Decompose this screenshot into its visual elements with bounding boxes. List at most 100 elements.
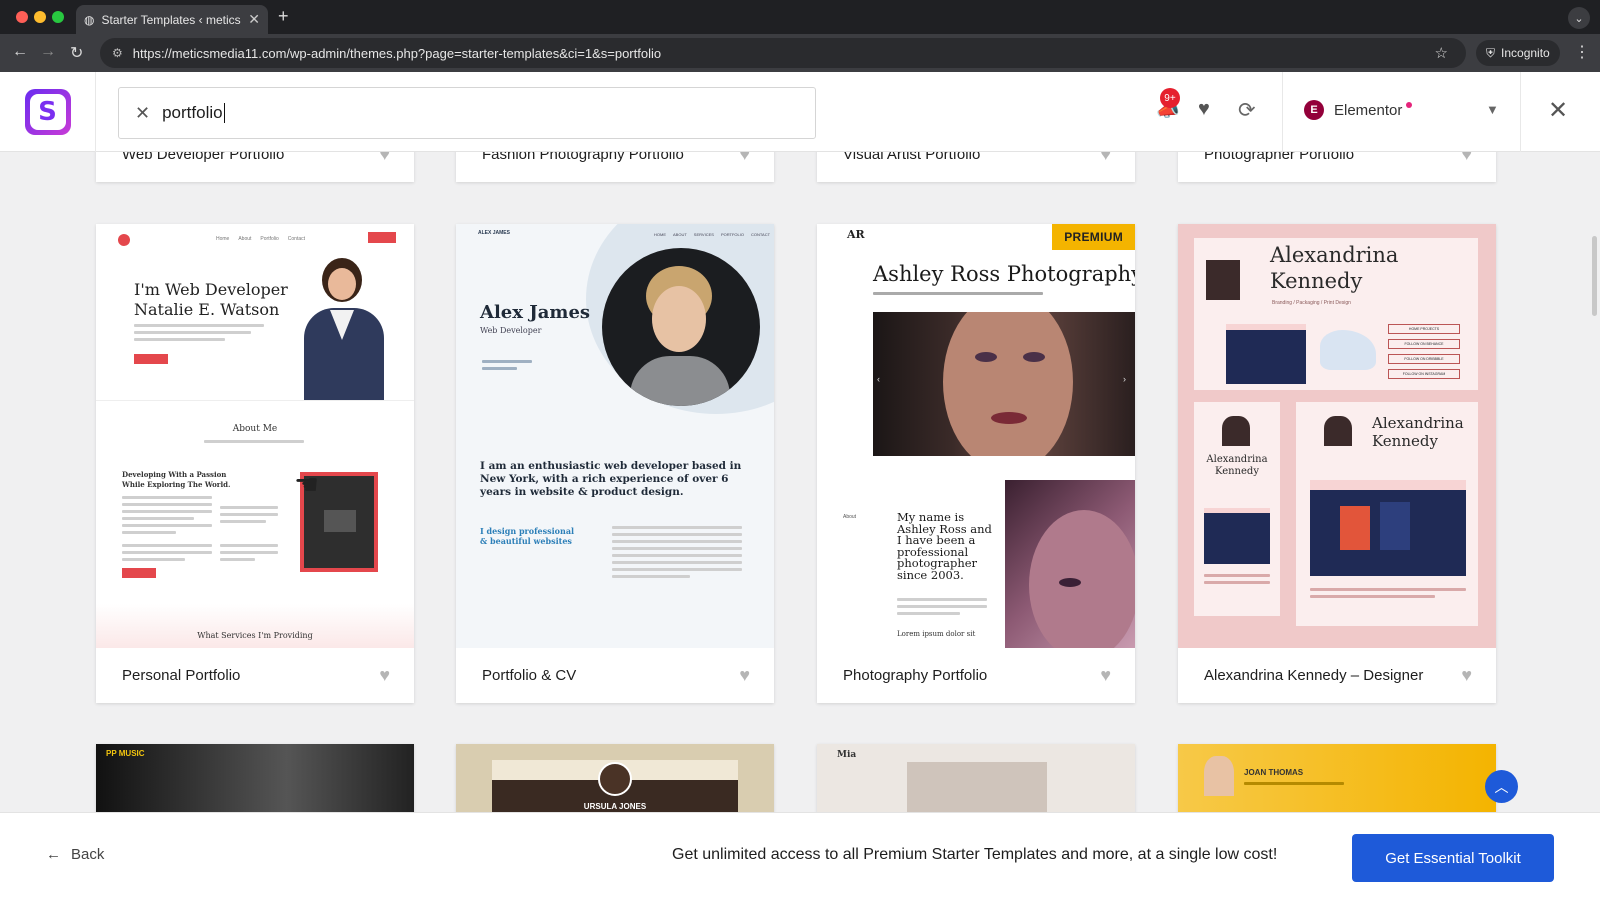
preview-label: JOAN THOMAS <box>1244 768 1304 777</box>
preview-nav: HOME ABOUT SERVICES PORTFOLIO CONTACT <box>654 232 771 237</box>
close-icon[interactable]: ✕ <box>1548 96 1568 125</box>
template-card[interactable]: Web Developer Portfolio ♥ <box>96 152 414 182</box>
page-scrollbar[interactable] <box>1592 236 1597 316</box>
template-card[interactable]: ALEX JAMES HOME ABOUT SERVICES PORTFOLIO CON… <box>456 224 774 703</box>
search-value: portfolio <box>162 103 223 122</box>
chevron-right-icon: › <box>1123 374 1126 384</box>
heart-icon[interactable]: ♥ <box>1198 98 1210 121</box>
preview-brand: ALEX JAMES <box>478 230 510 236</box>
back-button[interactable]: ← Back <box>46 846 104 863</box>
preview-name-small: Alexandrina Kennedy <box>1206 454 1268 477</box>
sync-icon[interactable]: ⟳ <box>1238 98 1256 123</box>
template-card[interactable]: Alexandrina Kennedy Branding / Packaging… <box>1178 224 1496 703</box>
template-card[interactable]: PP MUSIC <box>96 744 414 812</box>
site-settings-icon[interactable]: ⚙ <box>112 46 123 60</box>
maximize-window-button[interactable] <box>52 11 64 23</box>
preview-logo: AR <box>847 228 865 241</box>
preview-contact-lines <box>482 360 532 374</box>
portrait-circle <box>602 248 760 406</box>
template-card[interactable]: Photographer Portfolio ♥ <box>1178 152 1496 182</box>
chevron-down-icon[interactable]: ▼ <box>1486 102 1499 117</box>
preview-text-lines <box>897 598 987 619</box>
browser-tab-bar: ◍ Starter Templates ‹ meticsme ✕ + ⌄ <box>0 0 1600 34</box>
template-preview[interactable]: PREMIUM AR Ashley Ross Photography ‹ › A… <box>817 224 1135 648</box>
preview-panel: Alexandrina Kennedy <box>1296 402 1478 626</box>
template-card[interactable]: JOAN THOMAS <box>1178 744 1496 812</box>
footer-bar: ← Back Get unlimited access to all Premi… <box>0 812 1600 900</box>
builder-dot <box>1406 102 1413 108</box>
text-caret <box>223 103 225 123</box>
scroll-to-top-button[interactable]: ︿ <box>1485 770 1518 803</box>
template-title: Personal Portfolio <box>122 667 241 684</box>
heart-icon[interactable]: ♥ <box>1461 152 1472 165</box>
template-card[interactable]: Home About Portfolio Contact I'm Web Develo… <box>96 224 414 703</box>
portrait-image <box>873 312 1135 456</box>
preview-label: URSULA JONES <box>583 802 647 811</box>
template-preview[interactable]: Home About Portfolio Contact I'm Web Develo… <box>96 224 414 648</box>
bookmark-star-icon[interactable]: ☆ <box>1435 44 1448 62</box>
notification-badge: 9+ <box>1160 88 1180 108</box>
card-footer: Portfolio & CV ♥ <box>456 648 774 703</box>
preview-about: About <box>843 514 857 520</box>
preview-panel: Alexandrina Kennedy <box>1194 402 1280 616</box>
preview-label: PP MUSIC <box>106 749 145 758</box>
header-divider <box>1282 72 1283 152</box>
template-card[interactable]: Mia <box>817 744 1135 812</box>
preview-logo <box>118 234 130 246</box>
app-header: S ✕ portfolio 📣 9+ ♥ ⟳ E Elementor ▼ ✕ <box>0 72 1600 152</box>
get-essential-toolkit-button[interactable]: Get Essential Toolkit <box>1352 834 1554 882</box>
incognito-badge[interactable]: ⛨ Incognito <box>1476 40 1560 66</box>
search-input[interactable]: ✕ portfolio <box>118 87 816 139</box>
incognito-icon: ⛨ <box>1486 45 1496 60</box>
preview-label: Mia <box>837 750 857 760</box>
preview-heading: Ashley Ross Photography <box>873 262 1135 286</box>
clear-search-icon[interactable]: ✕ <box>135 103 150 124</box>
heart-icon[interactable]: ♥ <box>379 152 390 165</box>
template-title: Photographer Portfolio <box>1204 152 1355 163</box>
tab-title: Starter Templates ‹ meticsme <box>101 12 241 27</box>
browser-toolbar: ← → ↻ ⚙ https://meticsmedia11.com/wp-adm… <box>0 34 1600 72</box>
preview-buttons: HOME PROJECTS FOLLOW ON BEHANCE FOLLOW O… <box>1388 324 1460 379</box>
tab-close-icon[interactable]: ✕ <box>248 11 260 28</box>
new-tab-icon[interactable]: + <box>278 6 289 27</box>
heart-icon[interactable]: ♥ <box>739 665 750 686</box>
preview-text-lines <box>204 440 304 447</box>
close-window-button[interactable] <box>16 11 28 23</box>
template-card[interactable]: PREMIUM AR Ashley Ross Photography ‹ › A… <box>817 224 1135 703</box>
browser-menu-icon[interactable]: ⋮ <box>1574 42 1590 62</box>
card-footer: Alexandrina Kennedy – Designer ♥ <box>1178 648 1496 703</box>
reload-icon[interactable]: ↻ <box>70 43 83 63</box>
page-builder-select[interactable]: E Elementor <box>1304 100 1413 120</box>
heart-icon[interactable]: ♥ <box>1100 665 1111 686</box>
heart-icon[interactable]: ♥ <box>1100 152 1111 165</box>
preview-panel: Alexandrina Kennedy Branding / Packaging… <box>1194 238 1478 390</box>
browser-tab[interactable]: ◍ Starter Templates ‹ meticsme ✕ <box>76 5 268 34</box>
forward-arrow-icon[interactable]: → <box>40 43 56 61</box>
preview-text-lines <box>873 292 1043 299</box>
address-bar[interactable]: ⚙ https://meticsmedia11.com/wp-admin/the… <box>100 38 1466 68</box>
preview-button <box>134 354 168 364</box>
preview-name: Alex James <box>480 302 591 323</box>
heart-icon[interactable]: ♥ <box>379 665 390 686</box>
starter-templates-logo[interactable]: S <box>24 89 71 135</box>
preview-text-lines <box>134 324 264 345</box>
person-illustration <box>294 258 394 400</box>
sneaker-image <box>1320 330 1376 370</box>
tab-search-icon[interactable]: ⌄ <box>1568 7 1590 29</box>
heart-icon[interactable]: ♥ <box>1461 665 1472 686</box>
preview-about-title: About Me <box>232 424 278 434</box>
globe-icon: ◍ <box>84 12 95 27</box>
preview-passion: Developing With a Passion While Explorin… <box>122 470 231 489</box>
card-footer: Personal Portfolio ♥ <box>96 648 414 703</box>
heart-icon[interactable]: ♥ <box>739 152 750 165</box>
minimize-window-button[interactable] <box>34 11 46 23</box>
template-preview[interactable]: ALEX JAMES HOME ABOUT SERVICES PORTFOLIO CON… <box>456 224 774 648</box>
avatar <box>1206 260 1240 300</box>
template-card[interactable]: URSULA JONES <box>456 744 774 812</box>
preview-text-lines <box>122 496 212 538</box>
template-preview[interactable]: Alexandrina Kennedy Branding / Packaging… <box>1178 224 1496 648</box>
back-arrow-icon[interactable]: ← <box>12 43 28 61</box>
product-image <box>1226 324 1306 384</box>
template-card[interactable]: Fashion Photography Portfolio ♥ <box>456 152 774 182</box>
template-card[interactable]: Visual Artist Portfolio ♥ <box>817 152 1135 182</box>
